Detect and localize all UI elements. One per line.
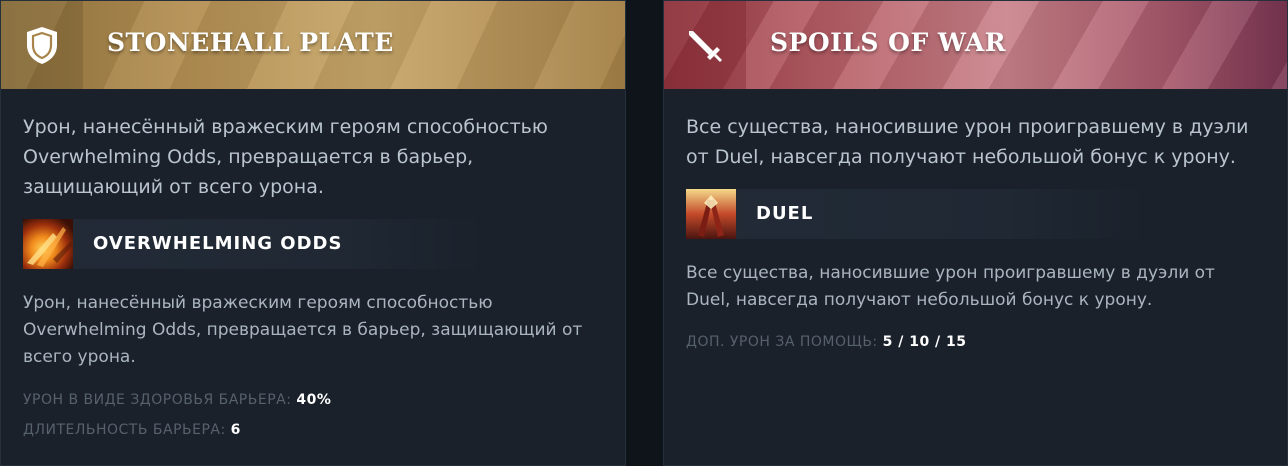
- header-icon-box: [664, 1, 746, 89]
- ability-name: OVERWHELMING ODDS: [93, 233, 343, 254]
- stat-label: ДОП. УРОН ЗА ПОМОЩЬ:: [686, 334, 878, 350]
- ability-name: DUEL: [756, 203, 814, 224]
- sword-icon: [689, 31, 722, 62]
- card-title: STONEHALL PLATE: [107, 28, 394, 57]
- stat-value: 5 / 10 / 15: [882, 334, 967, 350]
- ability-row-duel[interactable]: DUEL: [686, 189, 1146, 239]
- talent-description: Все существа, наносившие урон проигравше…: [686, 116, 1249, 168]
- overwhelming-odds-ability-icon: [23, 219, 73, 269]
- stat-barrier-health: УРОН В ВИДЕ ЗДОРОВЬЯ БАРЬЕРА: 40%: [23, 392, 331, 408]
- talent-card-spoils-of-war: SPOILS OF WAR Все существа, наносившие у…: [663, 0, 1288, 466]
- stat-value: 6: [230, 422, 241, 438]
- stat-assist-damage: ДОП. УРОН ЗА ПОМОЩЬ: 5 / 10 / 15: [686, 334, 967, 350]
- card-header: SPOILS OF WAR: [664, 1, 1287, 89]
- ability-description: Все существа, наносившие урон проигравше…: [686, 263, 1215, 310]
- stat-barrier-duration: ДЛИТЕЛЬНОСТЬ БАРЬЕРА: 6: [23, 422, 241, 438]
- card-title: SPOILS OF WAR: [770, 28, 1007, 57]
- stat-label: УРОН В ВИДЕ ЗДОРОВЬЯ БАРЬЕРА:: [23, 392, 292, 408]
- header-icon-box: [1, 1, 83, 89]
- talent-card-stonehall-plate: STONEHALL PLATE Урон, нанесённый вражеск…: [0, 0, 626, 466]
- shield-icon: [27, 27, 57, 64]
- card-header: STONEHALL PLATE: [1, 1, 625, 89]
- talent-description: Урон, нанесённый вражеским героям способ…: [23, 116, 548, 198]
- ability-description: Урон, нанесённый вражеским героям способ…: [23, 293, 583, 367]
- stat-label: ДЛИТЕЛЬНОСТЬ БАРЬЕРА:: [23, 422, 226, 438]
- duel-ability-icon: [686, 189, 736, 239]
- stat-value: 40%: [296, 392, 332, 408]
- ability-row-overwhelming-odds[interactable]: OVERWHELMING ODDS: [23, 219, 483, 269]
